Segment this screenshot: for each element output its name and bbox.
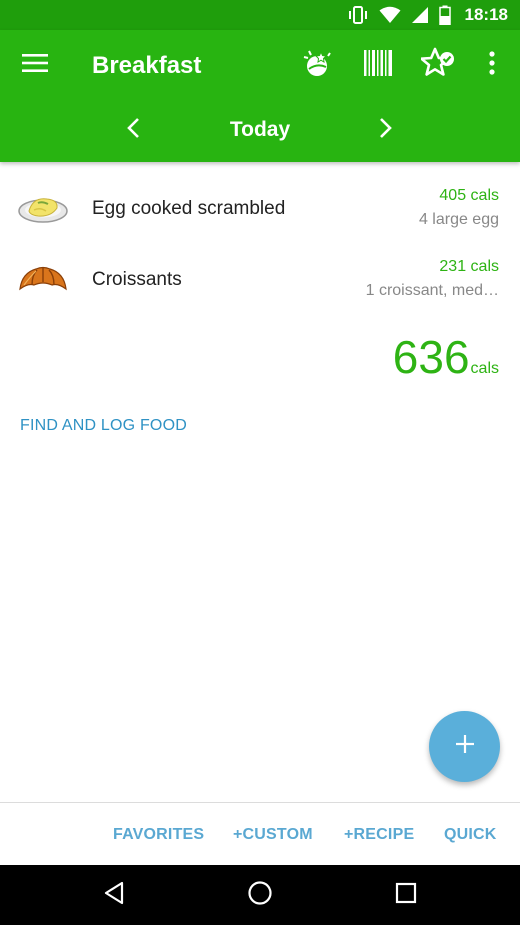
page-title: Breakfast <box>92 52 202 79</box>
chevron-right-icon <box>379 117 393 144</box>
food-serving: 4 large egg <box>418 211 499 228</box>
next-day-button[interactable] <box>366 110 406 150</box>
food-calories: 405 cals <box>439 187 499 204</box>
recipe-button[interactable]: +RECIPE <box>344 826 414 844</box>
back-icon <box>103 881 125 910</box>
favorite-star-check-icon <box>420 47 455 84</box>
croissant-icon <box>18 261 68 297</box>
more-options-button[interactable] <box>471 44 513 86</box>
recents-button[interactable] <box>388 877 424 913</box>
favorites-check-button[interactable] <box>417 44 459 86</box>
battery-icon <box>438 5 451 25</box>
favorites-button[interactable]: FAVORITES <box>113 826 204 844</box>
barcode-scan-button[interactable] <box>357 44 399 86</box>
menu-button[interactable] <box>14 44 56 86</box>
date-navigator: Today <box>0 100 520 162</box>
wifi-icon <box>379 6 401 24</box>
home-button[interactable] <box>242 877 278 913</box>
list-item[interactable]: Egg cooked scrambled 405 cals 4 large eg… <box>0 174 520 244</box>
total-calories: 636 cals <box>393 330 499 384</box>
vibrate-icon <box>347 5 369 25</box>
add-food-fab[interactable] <box>429 711 500 782</box>
more-vert-icon <box>488 50 496 80</box>
back-button[interactable] <box>96 877 132 913</box>
system-nav-bar <box>0 865 520 925</box>
food-name: Croissants <box>92 269 182 290</box>
date-label[interactable]: Today <box>0 118 520 142</box>
meal-suggestion-icon <box>303 48 333 83</box>
quick-button[interactable]: QUICK <box>444 826 497 844</box>
food-calories: 231 cals <box>439 258 499 275</box>
signal-icon <box>411 6 429 24</box>
hamburger-menu-icon <box>22 53 48 78</box>
total-calories-unit: cals <box>470 360 499 377</box>
list-item[interactable]: Croissants 231 cals 1 croissant, med… <box>0 245 520 315</box>
barcode-icon <box>364 49 392 81</box>
food-serving: 1 croissant, med… <box>365 282 499 299</box>
home-icon <box>247 880 273 911</box>
meal-suggestion-button[interactable] <box>297 44 339 86</box>
scrambled-egg-plate-icon <box>18 189 68 225</box>
screen: 18:18 Breakfast Today Egg cooked scrambl… <box>0 0 520 925</box>
plus-icon <box>455 734 475 759</box>
custom-button[interactable]: +CUSTOM <box>233 826 313 844</box>
status-time: 18:18 <box>464 5 508 24</box>
food-name: Egg cooked scrambled <box>92 198 286 219</box>
app-bar: Breakfast Today <box>0 30 520 162</box>
bottom-action-bar: FAVORITES +CUSTOM +RECIPE QUICK <box>0 802 520 865</box>
find-and-log-food-link[interactable]: FIND AND LOG FOOD <box>20 417 187 435</box>
recents-icon <box>395 882 417 909</box>
status-bar: 18:18 <box>0 0 520 30</box>
toolbar: Breakfast <box>0 30 520 100</box>
total-calories-value: 636 <box>392 331 470 383</box>
